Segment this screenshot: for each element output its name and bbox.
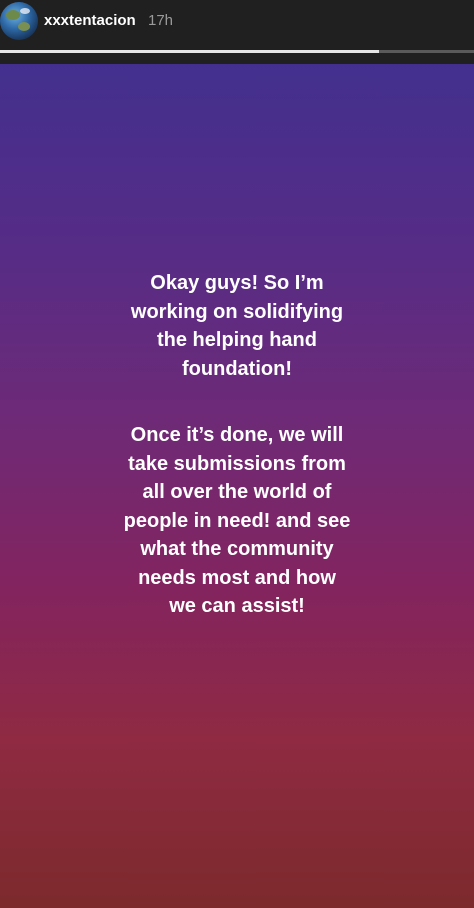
story-text-line: all over the world of — [142, 481, 332, 503]
story-text-line: foundation! — [182, 357, 292, 380]
story-text-line: people in need! and see — [123, 509, 351, 532]
story-text-line: Once it’s done, we will — [130, 424, 344, 446]
username[interactable]: xxxtentacion — [44, 12, 136, 29]
story-text-line: we can assist! — [169, 595, 305, 617]
story-content[interactable]: Okay guys! So I’m working on solidifying… — [0, 64, 474, 908]
story-text-line: needs most and how — [138, 566, 336, 589]
story-progress-bar — [0, 50, 474, 53]
story-text-line: working on solidifying — [130, 300, 344, 323]
story-text-line: the helping hand — [157, 329, 317, 351]
story-text-line: Okay guys! So I’m — [150, 272, 324, 294]
timestamp: 17h — [148, 12, 174, 29]
story-text-paragraph-2: Once it’s done, we will take submissions… — [40, 421, 434, 621]
story-text-line: what the community — [140, 538, 334, 560]
story-viewer[interactable]: xxxtentacion 17h Okay guys! So I’m worki… — [0, 0, 474, 908]
earth-globe-icon[interactable] — [0, 2, 38, 40]
story-header: xxxtentacion 17h — [0, 0, 474, 64]
story-text-line: take submissions from — [128, 452, 346, 475]
story-text-paragraph-1: Okay guys! So I’m working on solidifying… — [40, 269, 434, 383]
story-progress-fill — [0, 50, 380, 53]
